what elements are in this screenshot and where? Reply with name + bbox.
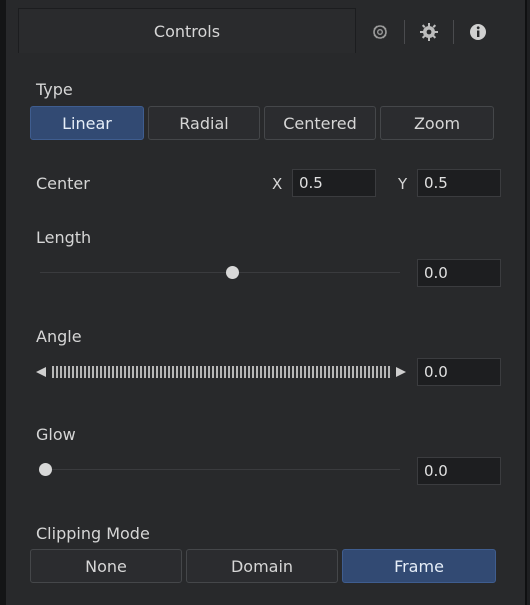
arrow-right-icon[interactable] xyxy=(396,367,406,377)
center-y-field[interactable]: 0.5 xyxy=(417,169,501,197)
angle-thumbwheel[interactable] xyxy=(36,363,408,381)
clipping-mode-label: Clipping Mode xyxy=(36,524,150,543)
clipping-mode-button-group: None Domain Frame xyxy=(30,549,496,583)
tab-bar: Controls xyxy=(18,8,525,54)
type-linear-button[interactable]: Linear xyxy=(30,106,144,140)
type-zoom-button[interactable]: Zoom xyxy=(380,106,494,140)
clipping-frame-button[interactable]: Frame xyxy=(342,549,496,583)
type-radial-button[interactable]: Radial xyxy=(148,106,260,140)
center-x-field[interactable]: 0.5 xyxy=(292,169,376,197)
length-slider-track[interactable] xyxy=(40,272,400,273)
center-y-label: Y xyxy=(398,175,408,193)
arrow-left-icon[interactable] xyxy=(36,367,46,377)
clipping-domain-button[interactable]: Domain xyxy=(186,549,338,583)
glow-slider-track[interactable] xyxy=(40,469,400,470)
glow-value-field[interactable]: 0.0 xyxy=(417,457,501,485)
length-label: Length xyxy=(36,228,92,247)
node-icon[interactable] xyxy=(356,14,404,50)
center-x-label: X xyxy=(272,175,283,193)
glow-label: Glow xyxy=(36,425,76,444)
info-icon[interactable] xyxy=(454,14,502,50)
length-value-field[interactable]: 0.0 xyxy=(417,259,501,287)
type-label: Type xyxy=(36,80,73,99)
angle-value-field[interactable]: 0.0 xyxy=(417,358,501,386)
tab-controls[interactable]: Controls xyxy=(18,8,356,53)
clipping-none-button[interactable]: None xyxy=(30,549,182,583)
glow-slider-knob[interactable] xyxy=(38,463,52,476)
controls-panel xyxy=(0,0,527,605)
tab-icon-group xyxy=(356,14,516,50)
type-centered-button[interactable]: Centered xyxy=(264,106,376,140)
tab-controls-label: Controls xyxy=(153,21,221,41)
angle-label: Angle xyxy=(36,327,82,346)
angle-thumbwheel-ticks xyxy=(52,366,392,378)
type-button-group: Linear Radial Centered Zoom xyxy=(30,106,494,140)
length-slider-knob[interactable] xyxy=(225,266,239,279)
panel-left-edge xyxy=(0,0,6,605)
center-label: Center xyxy=(36,174,90,193)
gear-icon[interactable] xyxy=(405,14,453,50)
